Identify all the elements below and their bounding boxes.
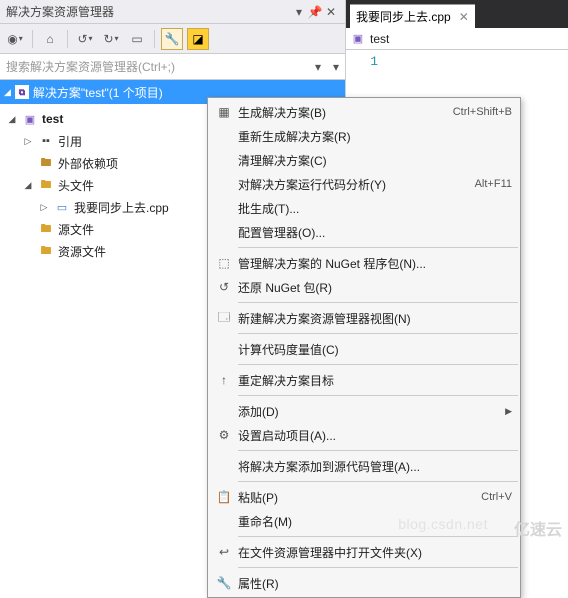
- expand-icon: ◢: [4, 87, 11, 98]
- collapse-button[interactable]: ▭: [126, 28, 148, 50]
- references-label: 引用: [58, 133, 82, 150]
- menu-separator: [238, 302, 518, 303]
- project-icon: ▣: [350, 32, 366, 46]
- solution-label: 解决方案"test"(1 个项目): [33, 84, 163, 101]
- solution-icon: ⧉: [15, 85, 29, 99]
- document-tab-label: 我要同步上去.cpp: [356, 8, 451, 25]
- menu-separator: [238, 450, 518, 451]
- paste-icon: 📋: [212, 490, 236, 504]
- menu-add-source-control[interactable]: 将解决方案添加到源代码管理(A)...: [208, 454, 520, 478]
- sync-button[interactable]: ↺: [74, 28, 96, 50]
- show-all-button[interactable]: ◪: [187, 28, 209, 50]
- menu-properties[interactable]: 🔧 属性(R): [208, 571, 520, 595]
- open-folder-icon: ↩: [212, 545, 236, 559]
- nuget-icon: ⬚: [212, 256, 236, 270]
- panel-toolbar: ◉ ⌂ ↺ ↻ ▭ 🔧 ◪: [0, 24, 345, 54]
- menu-set-startup[interactable]: ⚙ 设置启动项目(A)...: [208, 423, 520, 447]
- header-file-label: 我要同步上去.cpp: [74, 199, 169, 216]
- menu-manage-nuget[interactable]: ⬚ 管理解决方案的 NuGet 程序包(N)...: [208, 251, 520, 275]
- headers-label: 头文件: [58, 177, 94, 194]
- menu-separator: [238, 567, 518, 568]
- wrench-icon: 🔧: [212, 576, 236, 590]
- document-tab-strip: 我要同步上去.cpp ✕: [346, 0, 568, 28]
- folder-icon: 🖿: [38, 178, 54, 192]
- menu-batch-build[interactable]: 批生成(T)...: [208, 196, 520, 220]
- menu-rebuild-solution[interactable]: 重新生成解决方案(R): [208, 124, 520, 148]
- nav-crumb[interactable]: test: [370, 32, 389, 46]
- toolbar-divider: [67, 30, 68, 48]
- build-icon: ▦: [212, 105, 236, 119]
- tab-close-button[interactable]: ✕: [459, 10, 469, 24]
- menu-open-folder[interactable]: ↩ 在文件资源管理器中打开文件夹(X): [208, 540, 520, 564]
- retarget-icon: ↑: [212, 373, 236, 387]
- chevron-right-icon[interactable]: [22, 136, 34, 147]
- menu-code-metrics[interactable]: 计算代码度量值(C): [208, 337, 520, 361]
- restore-icon: ↺: [212, 280, 236, 294]
- line-gutter: 1: [346, 54, 386, 69]
- home-button[interactable]: ⌂: [39, 28, 61, 50]
- new-view-icon: 🗔: [212, 308, 236, 329]
- chevron-right-icon[interactable]: [38, 202, 50, 213]
- navigation-bar: ▣ test: [346, 28, 568, 50]
- toolbar-divider: [32, 30, 33, 48]
- menu-separator: [238, 536, 518, 537]
- references-icon: ▪▪: [38, 134, 54, 148]
- menu-separator: [238, 333, 518, 334]
- menu-retarget[interactable]: ↑ 重定解决方案目标: [208, 368, 520, 392]
- project-icon: ▣: [22, 112, 38, 126]
- search-filter-dropdown[interactable]: ▾: [327, 60, 345, 74]
- menu-restore-nuget[interactable]: ↺ 还原 NuGet 包(R): [208, 275, 520, 299]
- resources-label: 资源文件: [58, 243, 106, 260]
- line-number: 1: [346, 54, 378, 69]
- cpp-file-icon: ▭: [54, 200, 70, 214]
- menu-rename[interactable]: 重命名(M): [208, 509, 520, 533]
- panel-menu-dropdown[interactable]: ▾: [291, 5, 307, 19]
- external-deps-label: 外部依赖项: [58, 155, 118, 172]
- menu-separator: [238, 481, 518, 482]
- folder-icon: 🖿: [38, 244, 54, 258]
- menu-build-solution[interactable]: ▦ 生成解决方案(B) Ctrl+Shift+B: [208, 100, 520, 124]
- submenu-arrow-icon: ▶: [505, 406, 512, 417]
- search-row: ▾ ▾: [0, 54, 345, 80]
- toolbar-divider: [154, 30, 155, 48]
- properties-button[interactable]: 🔧: [161, 28, 183, 50]
- panel-close-button[interactable]: ✕: [323, 5, 339, 19]
- menu-new-view[interactable]: 🗔 新建解决方案资源管理器视图(N): [208, 306, 520, 330]
- panel-title: 解决方案资源管理器: [6, 3, 291, 20]
- menu-clean-solution[interactable]: 清理解决方案(C): [208, 148, 520, 172]
- panel-titlebar: 解决方案资源管理器 ▾ 📌 ✕: [0, 0, 345, 24]
- gear-icon: ⚙: [212, 428, 236, 442]
- search-options-dropdown[interactable]: ▾: [309, 60, 327, 74]
- back-button[interactable]: ◉: [4, 28, 26, 50]
- menu-separator: [238, 364, 518, 365]
- menu-run-analysis[interactable]: 对解决方案运行代码分析(Y) Alt+F11: [208, 172, 520, 196]
- menu-separator: [238, 395, 518, 396]
- refresh-button[interactable]: ↻: [100, 28, 122, 50]
- panel-pin-button[interactable]: 📌: [307, 5, 323, 19]
- project-label: test: [42, 112, 63, 126]
- solution-context-menu: ▦ 生成解决方案(B) Ctrl+Shift+B 重新生成解决方案(R) 清理解…: [207, 97, 521, 598]
- sources-label: 源文件: [58, 221, 94, 238]
- menu-separator: [238, 247, 518, 248]
- menu-config-manager[interactable]: 配置管理器(O)...: [208, 220, 520, 244]
- menu-paste[interactable]: 📋 粘贴(P) Ctrl+V: [208, 485, 520, 509]
- menu-add[interactable]: 添加(D) ▶: [208, 399, 520, 423]
- external-deps-icon: 🖿: [38, 156, 54, 170]
- document-tab[interactable]: 我要同步上去.cpp ✕: [350, 4, 475, 28]
- code-editor[interactable]: 1: [346, 50, 568, 73]
- chevron-down-icon[interactable]: [6, 114, 18, 125]
- chevron-down-icon[interactable]: [22, 180, 34, 191]
- search-input[interactable]: [0, 54, 309, 79]
- folder-icon: 🖿: [38, 222, 54, 236]
